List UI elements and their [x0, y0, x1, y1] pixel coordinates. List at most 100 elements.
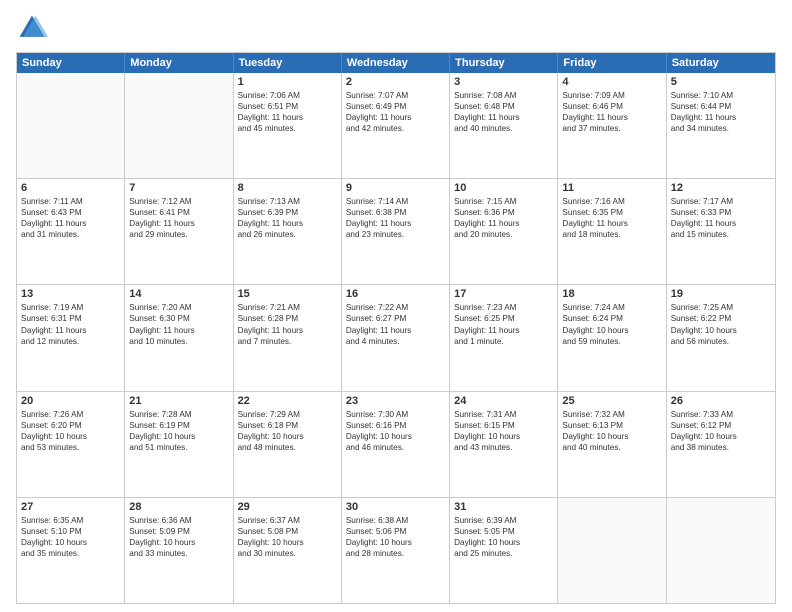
day-cell-8: 8Sunrise: 7:13 AMSunset: 6:39 PMDaylight…: [234, 179, 342, 284]
cell-line: Daylight: 11 hours: [562, 218, 661, 229]
day-cell-2: 2Sunrise: 7:07 AMSunset: 6:49 PMDaylight…: [342, 73, 450, 178]
cell-line: Sunrise: 7:25 AM: [671, 302, 771, 313]
cell-line: Sunrise: 7:19 AM: [21, 302, 120, 313]
cell-line: Sunrise: 6:38 AM: [346, 515, 445, 526]
day-cell-3: 3Sunrise: 7:08 AMSunset: 6:48 PMDaylight…: [450, 73, 558, 178]
day-number: 20: [21, 395, 120, 407]
day-number: 24: [454, 395, 553, 407]
calendar-week-2: 6Sunrise: 7:11 AMSunset: 6:43 PMDaylight…: [17, 178, 775, 284]
cell-line: Sunrise: 7:21 AM: [238, 302, 337, 313]
cell-line: and 48 minutes.: [238, 442, 337, 453]
cell-line: Sunrise: 7:30 AM: [346, 409, 445, 420]
empty-cell: [17, 73, 125, 178]
empty-cell: [667, 498, 775, 603]
cell-line: and 10 minutes.: [129, 336, 228, 347]
cell-line: Daylight: 10 hours: [454, 431, 553, 442]
cell-line: Sunset: 6:19 PM: [129, 420, 228, 431]
cell-line: Sunset: 6:36 PM: [454, 207, 553, 218]
day-cell-18: 18Sunrise: 7:24 AMSunset: 6:24 PMDayligh…: [558, 285, 666, 390]
day-cell-7: 7Sunrise: 7:12 AMSunset: 6:41 PMDaylight…: [125, 179, 233, 284]
cell-line: Daylight: 10 hours: [21, 537, 120, 548]
day-number: 9: [346, 182, 445, 194]
day-number: 14: [129, 288, 228, 300]
day-number: 26: [671, 395, 771, 407]
day-number: 6: [21, 182, 120, 194]
cell-line: and 34 minutes.: [671, 123, 771, 134]
cell-line: Sunrise: 7:15 AM: [454, 196, 553, 207]
day-cell-29: 29Sunrise: 6:37 AMSunset: 5:08 PMDayligh…: [234, 498, 342, 603]
cell-line: and 29 minutes.: [129, 229, 228, 240]
cell-line: Sunset: 5:10 PM: [21, 526, 120, 537]
day-number: 18: [562, 288, 661, 300]
header-day-monday: Monday: [125, 53, 233, 73]
cell-line: Sunset: 6:49 PM: [346, 101, 445, 112]
page: SundayMondayTuesdayWednesdayThursdayFrid…: [0, 0, 792, 612]
cell-line: and 1 minute.: [454, 336, 553, 347]
cell-line: and 53 minutes.: [21, 442, 120, 453]
cell-line: Sunrise: 7:12 AM: [129, 196, 228, 207]
cell-line: and 40 minutes.: [562, 442, 661, 453]
day-number: 17: [454, 288, 553, 300]
empty-cell: [125, 73, 233, 178]
day-number: 15: [238, 288, 337, 300]
cell-line: Daylight: 11 hours: [454, 325, 553, 336]
day-number: 13: [21, 288, 120, 300]
cell-line: Sunrise: 7:23 AM: [454, 302, 553, 313]
cell-line: Sunset: 5:08 PM: [238, 526, 337, 537]
day-cell-23: 23Sunrise: 7:30 AMSunset: 6:16 PMDayligh…: [342, 392, 450, 497]
cell-line: Daylight: 11 hours: [238, 218, 337, 229]
header: [16, 12, 776, 44]
cell-line: Sunrise: 7:07 AM: [346, 90, 445, 101]
day-cell-17: 17Sunrise: 7:23 AMSunset: 6:25 PMDayligh…: [450, 285, 558, 390]
calendar-week-1: 1Sunrise: 7:06 AMSunset: 6:51 PMDaylight…: [17, 73, 775, 178]
cell-line: Daylight: 10 hours: [238, 537, 337, 548]
cell-line: and 40 minutes.: [454, 123, 553, 134]
cell-line: Daylight: 11 hours: [21, 218, 120, 229]
cell-line: Sunset: 6:20 PM: [21, 420, 120, 431]
cell-line: and 25 minutes.: [454, 548, 553, 559]
cell-line: and 45 minutes.: [238, 123, 337, 134]
day-cell-15: 15Sunrise: 7:21 AMSunset: 6:28 PMDayligh…: [234, 285, 342, 390]
day-cell-22: 22Sunrise: 7:29 AMSunset: 6:18 PMDayligh…: [234, 392, 342, 497]
day-cell-6: 6Sunrise: 7:11 AMSunset: 6:43 PMDaylight…: [17, 179, 125, 284]
day-cell-30: 30Sunrise: 6:38 AMSunset: 5:06 PMDayligh…: [342, 498, 450, 603]
day-cell-21: 21Sunrise: 7:28 AMSunset: 6:19 PMDayligh…: [125, 392, 233, 497]
cell-line: and 28 minutes.: [346, 548, 445, 559]
day-cell-20: 20Sunrise: 7:26 AMSunset: 6:20 PMDayligh…: [17, 392, 125, 497]
day-cell-11: 11Sunrise: 7:16 AMSunset: 6:35 PMDayligh…: [558, 179, 666, 284]
cell-line: Sunset: 6:28 PM: [238, 313, 337, 324]
day-cell-16: 16Sunrise: 7:22 AMSunset: 6:27 PMDayligh…: [342, 285, 450, 390]
cell-line: Daylight: 11 hours: [238, 112, 337, 123]
calendar-body: 1Sunrise: 7:06 AMSunset: 6:51 PMDaylight…: [17, 73, 775, 603]
cell-line: Sunrise: 7:29 AM: [238, 409, 337, 420]
day-cell-5: 5Sunrise: 7:10 AMSunset: 6:44 PMDaylight…: [667, 73, 775, 178]
cell-line: Sunset: 6:44 PM: [671, 101, 771, 112]
cell-line: Sunset: 6:33 PM: [671, 207, 771, 218]
cell-line: Sunrise: 6:36 AM: [129, 515, 228, 526]
day-cell-28: 28Sunrise: 6:36 AMSunset: 5:09 PMDayligh…: [125, 498, 233, 603]
cell-line: Daylight: 10 hours: [346, 537, 445, 548]
day-number: 19: [671, 288, 771, 300]
day-number: 11: [562, 182, 661, 194]
cell-line: Sunset: 6:41 PM: [129, 207, 228, 218]
cell-line: Sunrise: 7:16 AM: [562, 196, 661, 207]
cell-line: Daylight: 10 hours: [129, 431, 228, 442]
day-number: 29: [238, 501, 337, 513]
day-cell-13: 13Sunrise: 7:19 AMSunset: 6:31 PMDayligh…: [17, 285, 125, 390]
cell-line: Sunset: 6:46 PM: [562, 101, 661, 112]
day-number: 1: [238, 76, 337, 88]
day-number: 22: [238, 395, 337, 407]
cell-line: Sunset: 6:48 PM: [454, 101, 553, 112]
cell-line: Sunset: 6:13 PM: [562, 420, 661, 431]
cell-line: Sunrise: 7:17 AM: [671, 196, 771, 207]
cell-line: Daylight: 11 hours: [346, 218, 445, 229]
logo-icon: [16, 12, 48, 44]
calendar-week-3: 13Sunrise: 7:19 AMSunset: 6:31 PMDayligh…: [17, 284, 775, 390]
cell-line: Sunrise: 7:22 AM: [346, 302, 445, 313]
cell-line: Daylight: 10 hours: [454, 537, 553, 548]
day-number: 4: [562, 76, 661, 88]
logo: [16, 12, 52, 44]
header-day-sunday: Sunday: [17, 53, 125, 73]
day-number: 7: [129, 182, 228, 194]
cell-line: Sunrise: 7:13 AM: [238, 196, 337, 207]
